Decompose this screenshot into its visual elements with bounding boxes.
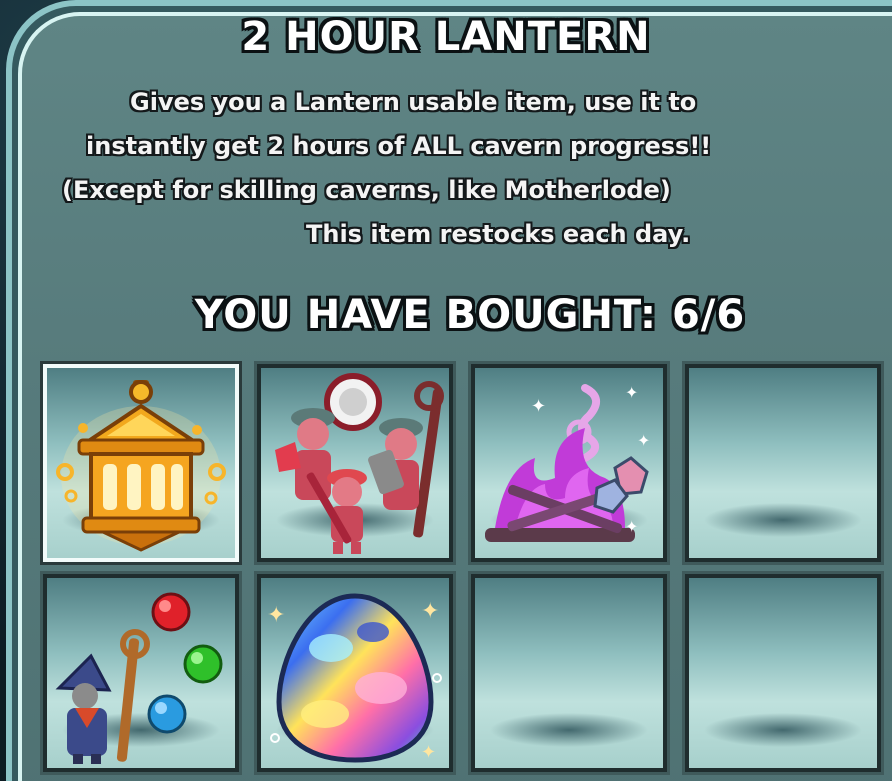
bought-counter: YOU HAVE BOUGHT: 6/6 (194, 292, 746, 338)
item-slot-5[interactable] (40, 571, 242, 775)
item-slot-1[interactable] (40, 361, 242, 565)
svg-text:✦: ✦ (625, 383, 638, 402)
svg-text:✦: ✦ (625, 517, 638, 536)
item-slot-4-empty[interactable] (682, 361, 884, 565)
item-slot-3[interactable]: ✦ ✦ ✦ ✦ (468, 361, 670, 565)
game-stage: 2 HOUR LANTERN Gives you a Lantern usabl… (0, 0, 892, 781)
golden-lantern-icon (56, 380, 226, 552)
purple-campfire-icon: ✦ ✦ ✦ ✦ (485, 383, 650, 542)
svg-text:✦: ✦ (421, 599, 439, 624)
rainbow-egg-icon: ✦ ✦ ✦ (267, 593, 442, 763)
description-line-2: instantly get 2 hours of ALL cavern prog… (86, 132, 712, 160)
svg-text:✦: ✦ (267, 603, 285, 628)
wizard-orbs-icon (55, 592, 223, 764)
item-slot-2[interactable] (254, 361, 456, 565)
description-line-1: Gives you a Lantern usable item, use it … (130, 88, 697, 116)
description-line-4: This item restocks each day. (306, 220, 691, 248)
svg-text:✦: ✦ (637, 431, 650, 450)
item-slot-7-empty[interactable] (468, 571, 670, 775)
item-slot-6[interactable]: ✦ ✦ ✦ (254, 571, 456, 775)
item-slot-8-empty[interactable] (682, 571, 884, 775)
svg-text:✦: ✦ (531, 396, 546, 417)
svg-text:✦: ✦ (421, 742, 436, 763)
description-line-3: (Except for skilling caverns, like Mothe… (62, 176, 671, 204)
warrior-party-icon (275, 373, 444, 554)
item-title: 2 HOUR LANTERN (241, 14, 651, 60)
